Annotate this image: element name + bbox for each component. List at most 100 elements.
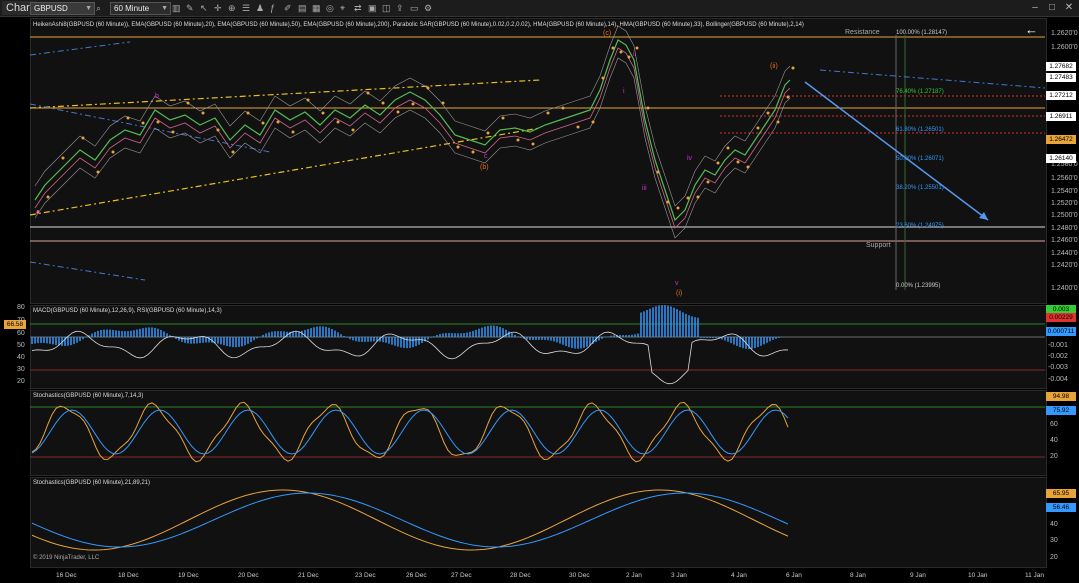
sar-dot [336, 120, 340, 124]
wave-label: iii [642, 185, 647, 192]
stoch-slow-tag: 65.95 [1046, 489, 1076, 498]
copyright-text: © 2019 NinjaTrader, LLC [33, 555, 100, 561]
x-axis-label: 10 Jan [968, 572, 988, 579]
sar-dot [186, 101, 190, 105]
sar-dot [366, 91, 370, 95]
chart-canvas [29, 25, 1046, 551]
price-axis-label: 1.2500'0 [1051, 212, 1078, 219]
sar-dot [261, 121, 265, 125]
price-tag: 1.26140 [1046, 154, 1076, 163]
sar-dot [81, 136, 85, 140]
sar-dot [635, 46, 639, 50]
sar-dot [111, 150, 115, 154]
sar-dot [746, 165, 750, 169]
wave-label: v [675, 280, 679, 287]
macd-tag: 0.00229 [1046, 313, 1076, 322]
sar-dot [686, 196, 690, 200]
stoch-slow-axis-label: 30 [1050, 537, 1058, 544]
sar-dot [776, 120, 780, 124]
sar-dot [756, 126, 760, 130]
sar-dot [46, 195, 50, 199]
stoch-fast-axis-label: 60 [1050, 421, 1058, 428]
fib-level-label: 61.80% (1.26501) [896, 127, 944, 133]
rsi-axis-label: 40 [17, 354, 25, 361]
macd-tag: 0.000711 [1046, 327, 1076, 336]
fib-level-label: 50.00% (1.26071) [896, 156, 944, 162]
price-tag: 1.27212 [1046, 91, 1076, 100]
price-axis-label: 1.2560'0 [1051, 175, 1078, 182]
sar-dot [676, 206, 680, 210]
sar-dot [531, 142, 535, 146]
sar-dot [381, 101, 385, 105]
sar-dot [141, 121, 145, 125]
wave-label: iv [687, 155, 693, 162]
rsi-axis-label: 80 [17, 304, 25, 311]
rsi-axis-label: 70 [17, 317, 25, 324]
wave-label: (c) [603, 30, 612, 37]
sar-dot [646, 106, 650, 110]
bollinger-upper-line [34, 25, 791, 207]
sar-dot [396, 110, 400, 114]
price-axis-label: 1.2600'0 [1051, 44, 1078, 51]
stoch-fast-d-line [31, 409, 789, 455]
sar-dot [736, 160, 740, 164]
macd-axis-label: -0.004 [1048, 376, 1068, 383]
macd-axis-label: -0.002 [1048, 353, 1068, 360]
wave-label: (i) [676, 290, 683, 297]
fib-level-label: 23.60% (1.24975) [896, 223, 944, 229]
fib-level-label: 0.00% (1.23995) [896, 283, 941, 289]
x-axis-label: 11 Jan [1025, 572, 1045, 579]
arrow-head-icon [979, 212, 988, 220]
sar-dot [619, 50, 623, 54]
x-axis-label: 2 Jan [626, 572, 642, 579]
x-axis-label: 16 Dec [56, 572, 77, 579]
price-tag: 1.27483 [1046, 73, 1076, 82]
x-axis-label: 19 Dec [178, 572, 199, 579]
sar-dot [306, 98, 310, 102]
x-axis-label: 20 Dec [238, 572, 259, 579]
sar-dot [516, 138, 520, 142]
sar-dot [156, 120, 160, 124]
rsi-axis-label: 50 [17, 342, 25, 349]
sar-dot [321, 111, 325, 115]
sar-dot [411, 102, 415, 106]
x-axis-label: 30 Dec [569, 572, 590, 579]
stoch-slow-tag: 56.46 [1046, 503, 1076, 512]
x-axis-label: 8 Jan [850, 572, 866, 579]
sar-dot [786, 95, 790, 99]
x-axis-label: 4 Jan [731, 572, 747, 579]
price-axis-label: 1.2540'0 [1051, 188, 1078, 195]
macd-axis-label: -0.003 [1048, 364, 1068, 371]
resistance-label: Resistance [845, 29, 880, 36]
x-axis-label: 23 Dec [355, 572, 376, 579]
sar-dot [426, 86, 430, 90]
sar-dot [216, 128, 220, 132]
stoch-fast-tag: 94.98 [1046, 392, 1076, 401]
sar-dot [706, 180, 710, 184]
ema-line [34, 47, 791, 229]
sar-dot [611, 46, 615, 50]
sar-dot [601, 76, 605, 80]
sar-dot [96, 170, 100, 174]
price-axis-label: 1.2480'0 [1051, 225, 1078, 232]
fib-level-label: 100.00% (1.28147) [896, 30, 948, 36]
price-axis-label: 1.2620'0 [1051, 30, 1078, 37]
channel-lower-line [29, 127, 541, 216]
macd-axis-label: -0.001 [1048, 342, 1068, 349]
wave-label: b [155, 93, 159, 100]
stoch-slow-k-line [31, 489, 789, 551]
stochastics-slow-title: Stochastics(GBPUSD (60 Minute),21,89,21) [33, 480, 151, 486]
price-axis-label: 1.2520'0 [1051, 200, 1078, 207]
stoch-slow-axis-label: 40 [1050, 521, 1058, 528]
back-arrow-icon[interactable]: ← [1025, 22, 1038, 37]
sar-dot [246, 111, 250, 115]
sar-dot [231, 150, 235, 154]
sar-dot [546, 111, 550, 115]
stochastics-fast-title: Stochastics(GBPUSD (60 Minute),7,14,3) [33, 393, 144, 399]
sar-dot [61, 156, 65, 160]
macd-indicator-title: MACD(GBPUSD (60 Minute),12,26,9), RSI(GB… [33, 308, 222, 314]
sar-dot [441, 101, 445, 105]
trend-line [29, 41, 131, 56]
sar-dot [486, 131, 490, 135]
trend-line [819, 69, 1046, 89]
